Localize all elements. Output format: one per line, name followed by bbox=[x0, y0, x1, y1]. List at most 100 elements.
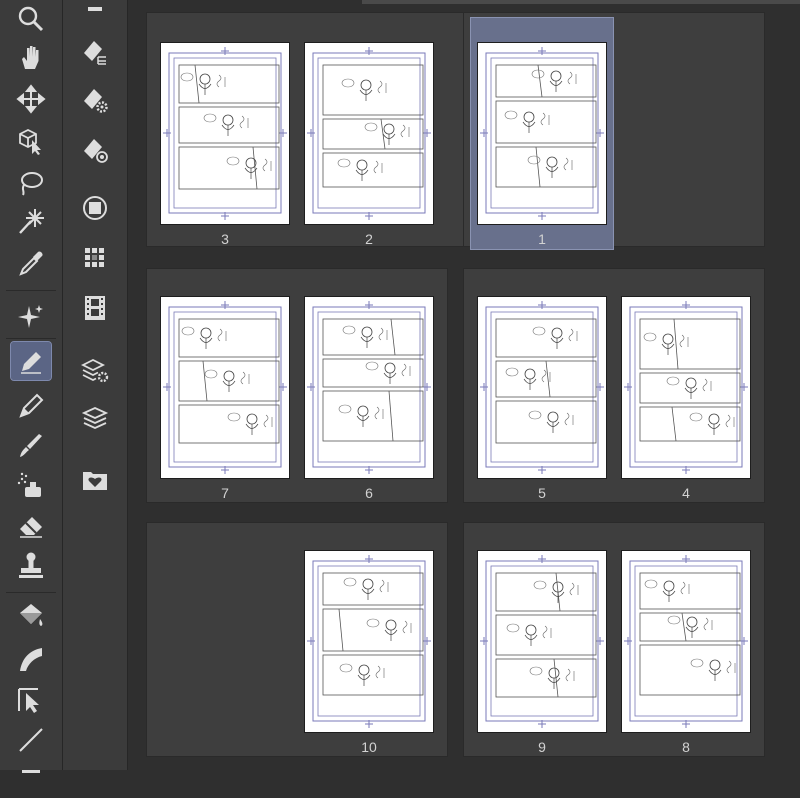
sparkle-icon bbox=[18, 305, 43, 328]
spread-7-6: 7 6 bbox=[146, 268, 448, 503]
page-number: 2 bbox=[365, 231, 373, 247]
page-sketch bbox=[163, 301, 287, 474]
hand-icon bbox=[22, 46, 39, 69]
page-number: 3 bbox=[221, 231, 229, 247]
cmd-page-export[interactable] bbox=[76, 34, 114, 70]
page-thumbnail[interactable] bbox=[621, 296, 751, 479]
cmd-layer-properties[interactable] bbox=[76, 352, 114, 388]
page-target-icon bbox=[84, 139, 108, 163]
page-sketch bbox=[624, 301, 748, 474]
page-sketch bbox=[480, 47, 604, 220]
pen-tool[interactable] bbox=[10, 341, 52, 381]
command-bar bbox=[63, 0, 128, 770]
layers-icon bbox=[81, 407, 109, 429]
cmd-shape[interactable] bbox=[76, 190, 114, 226]
page-sketch bbox=[624, 555, 748, 728]
page-thumbnail[interactable] bbox=[160, 296, 290, 479]
page-number: 7 bbox=[221, 485, 229, 501]
empty-page-slot bbox=[160, 550, 290, 733]
toolbar-divider bbox=[6, 592, 56, 593]
eyedropper-tool[interactable] bbox=[11, 244, 51, 282]
eraser-icon bbox=[20, 517, 42, 538]
next-tool[interactable] bbox=[11, 760, 51, 798]
magnifier-icon bbox=[18, 6, 44, 32]
lasso-icon bbox=[21, 172, 43, 196]
brush-tool[interactable] bbox=[11, 426, 51, 464]
partial-command-icon bbox=[88, 7, 102, 11]
page-thumbnail[interactable] bbox=[304, 550, 434, 733]
cmd-page-settings[interactable] bbox=[76, 82, 114, 118]
hand-tool[interactable] bbox=[11, 38, 51, 76]
cmd-layers[interactable] bbox=[76, 400, 114, 436]
page-number: 9 bbox=[538, 739, 546, 755]
frame-tool[interactable] bbox=[11, 680, 51, 718]
spread-5-4: 5 4 bbox=[463, 268, 765, 503]
cmd-partial-top[interactable] bbox=[76, 0, 114, 20]
operation-tool[interactable] bbox=[11, 122, 51, 160]
gradient-tool[interactable] bbox=[11, 640, 51, 678]
toolbar-divider bbox=[6, 290, 56, 291]
airbrush-icon bbox=[17, 472, 41, 497]
page-thumbnail[interactable] bbox=[477, 296, 607, 479]
move-tool[interactable] bbox=[11, 80, 51, 118]
zoom-tool[interactable] bbox=[11, 0, 51, 38]
grid-icon bbox=[85, 248, 104, 267]
page-thumbnail[interactable] bbox=[621, 550, 751, 733]
cmd-tone[interactable] bbox=[76, 240, 114, 276]
page-sketch bbox=[307, 47, 431, 220]
fill-tool[interactable] bbox=[11, 597, 51, 635]
page-sketch bbox=[307, 301, 431, 474]
page-sketch bbox=[307, 555, 431, 728]
page-number: 4 bbox=[682, 485, 690, 501]
page-thumbnail[interactable] bbox=[304, 296, 434, 479]
magic-wand-tool[interactable] bbox=[11, 202, 51, 240]
frame-cursor-icon bbox=[18, 688, 39, 713]
fill-bucket-icon bbox=[20, 604, 43, 626]
page-number: 8 bbox=[682, 739, 690, 755]
page-thumbnail[interactable] bbox=[160, 42, 290, 225]
page-thumbnail[interactable] bbox=[477, 550, 607, 733]
page-number: 10 bbox=[361, 739, 377, 755]
pencil-tool[interactable] bbox=[11, 386, 51, 424]
spread-1: 1 bbox=[463, 12, 765, 250]
page-tree-icon bbox=[84, 41, 106, 65]
page-gear-icon bbox=[84, 89, 108, 113]
page-thumbnail[interactable] bbox=[304, 42, 434, 225]
brush-icon bbox=[20, 434, 42, 457]
eraser-tool[interactable] bbox=[11, 506, 51, 544]
stamp-tool[interactable] bbox=[11, 546, 51, 584]
cmd-timeline[interactable] bbox=[76, 290, 114, 326]
cmd-favorites[interactable] bbox=[76, 462, 114, 498]
toolbar-divider bbox=[6, 338, 56, 339]
folder-heart-icon bbox=[83, 472, 107, 490]
page-sketch bbox=[163, 47, 287, 220]
move-arrows-icon bbox=[16, 84, 46, 114]
spread-10: 10 bbox=[146, 522, 448, 757]
film-icon bbox=[85, 296, 105, 320]
line-icon bbox=[19, 728, 43, 752]
partial-tool-icon bbox=[22, 770, 40, 773]
line-tool[interactable] bbox=[11, 720, 51, 758]
airbrush-tool[interactable] bbox=[11, 466, 51, 504]
page-number: 6 bbox=[365, 485, 373, 501]
pencil-icon bbox=[19, 393, 44, 418]
sparkle-tool[interactable] bbox=[11, 297, 51, 335]
page-number: 1 bbox=[538, 231, 546, 247]
tool-palette bbox=[0, 0, 63, 773]
pen-icon bbox=[21, 352, 41, 374]
page-sketch bbox=[480, 555, 604, 728]
spread-9-8: 9 8 bbox=[463, 522, 765, 757]
circle-square-icon bbox=[83, 196, 107, 220]
title-edge bbox=[362, 0, 800, 4]
page-sketch bbox=[480, 301, 604, 474]
page-thumbnail[interactable] bbox=[477, 42, 607, 225]
magic-wand-icon bbox=[19, 209, 44, 234]
stamp-icon bbox=[19, 552, 43, 578]
cube-cursor-icon bbox=[19, 128, 41, 155]
page-number: 5 bbox=[538, 485, 546, 501]
cmd-page-target[interactable] bbox=[76, 132, 114, 168]
gradient-icon bbox=[20, 648, 42, 671]
lasso-tool[interactable] bbox=[11, 164, 51, 202]
layers-gear-icon bbox=[80, 358, 109, 383]
eyedropper-icon bbox=[19, 251, 43, 276]
